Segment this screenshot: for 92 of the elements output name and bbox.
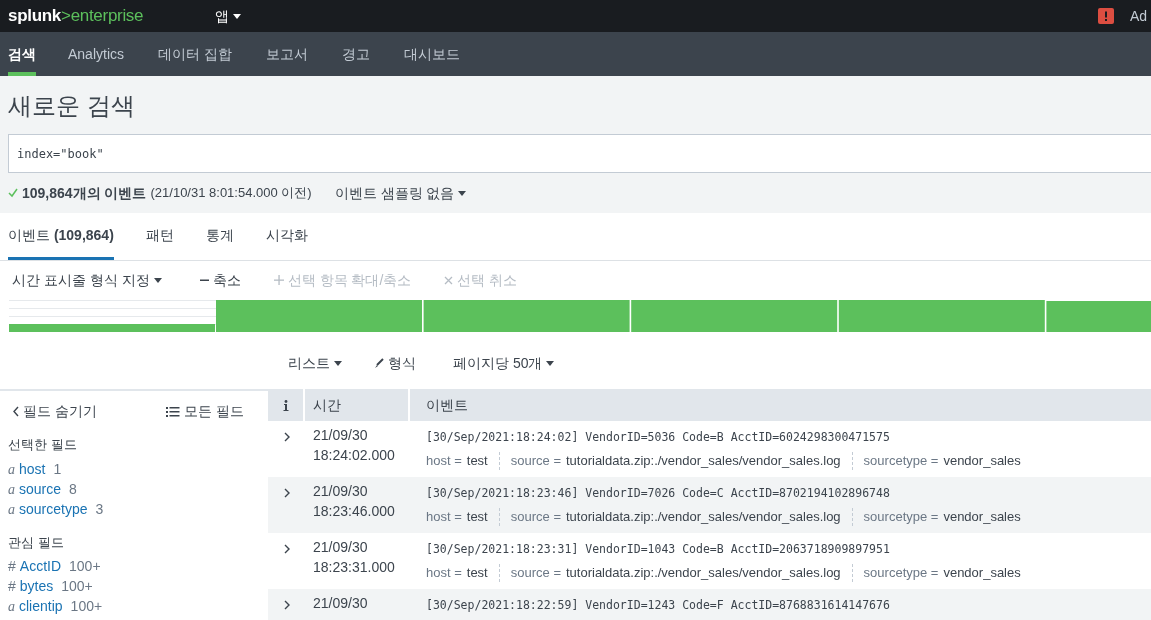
field-key: source = — [510, 451, 561, 471]
field-value[interactable]: vendor_sales — [943, 451, 1021, 471]
field-value[interactable]: tutorialdata.zip:./vendor_sales/vendor_sales.log — [566, 451, 841, 471]
hide-fields-button[interactable]: 필드 숨기기 — [12, 400, 97, 422]
field-link[interactable]: bytes — [19, 576, 54, 597]
field-count: 1 — [53, 459, 62, 479]
view-control[interactable]: 리스트 — [288, 352, 342, 374]
event-time: 18:23:46.000 — [313, 502, 396, 521]
page-title: 새로운 검색 — [8, 94, 136, 118]
event-date: 21/09/30 — [313, 594, 369, 613]
expand-icon[interactable] — [283, 544, 290, 554]
column-header: 이벤트 — [425, 395, 469, 415]
field-type: a — [8, 598, 15, 616]
field-count: 100+ — [69, 557, 101, 576]
field-link[interactable]: host — [19, 458, 46, 480]
field-count: 3 — [95, 499, 104, 519]
alert-icon — [1098, 8, 1114, 24]
view-control[interactable]: 형식 — [374, 352, 416, 374]
field-count: 100+ — [70, 597, 103, 616]
field-value[interactable]: test — [466, 451, 488, 471]
event-time: 18:23:31.000 — [313, 558, 396, 577]
list-icon — [166, 405, 181, 417]
field-type: a — [8, 460, 15, 479]
expand-icon[interactable] — [283, 488, 290, 498]
field-value[interactable]: vendor_sales — [943, 507, 1021, 527]
app-menu[interactable]: 앱 — [215, 5, 242, 27]
field-key: sourcetype = — [863, 507, 939, 527]
search-field[interactable]: index="book" — [8, 134, 1151, 173]
caret-icon — [546, 360, 555, 366]
all-fields-button[interactable]: 모든 필드 — [166, 400, 244, 422]
time-range: (21/10/31 8:01:54.000 이전) — [150, 184, 312, 203]
result-tab[interactable]: 시각화 — [265, 218, 308, 260]
nav-tab[interactable]: Analytics — [68, 32, 125, 76]
section-title: 선택한 필드 — [8, 436, 78, 454]
field-key: sourcetype = — [863, 563, 939, 583]
raw-event: [30/Sep/2021:18:22:59] VendorID=1243 Code=F AcctID=8768831614147676 — [426, 597, 891, 613]
event-date: 21/09/30 — [313, 482, 369, 501]
raw-event: [30/Sep/2021:18:24:02] VendorID=5036 Code=B AcctID=6024298300471575 — [426, 429, 891, 445]
field-type: # — [8, 577, 16, 596]
caret-icon — [153, 277, 162, 283]
nav-tab[interactable]: 데이터 집합 — [158, 32, 232, 76]
field-count: 100+ — [61, 577, 93, 596]
result-tab[interactable]: 통계 — [205, 218, 234, 260]
caret-icon — [233, 13, 242, 19]
nav-tab[interactable]: 보고서 — [265, 32, 308, 76]
brush-icon — [374, 358, 384, 368]
event-count: 109,864개의 이벤트 — [22, 183, 147, 203]
info-icon — [282, 399, 289, 411]
result-tab[interactable]: 이벤트 (109,864) — [8, 218, 114, 260]
close-icon — [444, 275, 454, 285]
field-value[interactable]: test — [466, 563, 488, 583]
chevron-left-icon — [12, 405, 19, 417]
caret-icon — [458, 190, 467, 196]
event-date: 21/09/30 — [313, 538, 369, 557]
field-key: host = — [426, 563, 462, 583]
check-icon — [8, 188, 18, 198]
event-time: 18:24:02.000 — [313, 446, 396, 465]
field-link[interactable]: sourcetype — [19, 498, 88, 520]
expand-icon[interactable] — [283, 432, 290, 442]
expand-icon[interactable] — [283, 600, 290, 610]
field-type: # — [8, 557, 16, 576]
field-type: a — [8, 500, 15, 519]
field-key: host = — [426, 507, 462, 527]
toolbar-button[interactable]: 시간 표시줄 형식 지정 — [12, 269, 162, 291]
nav-tab[interactable]: 대시보드 — [403, 32, 460, 76]
toolbar-button[interactable]: 축소 — [199, 269, 241, 291]
user-menu[interactable]: Ad — [1130, 5, 1151, 27]
field-value[interactable]: test — [466, 507, 488, 527]
field-key: source = — [510, 563, 561, 583]
raw-event: [30/Sep/2021:18:23:31] VendorID=1043 Code=B AcctID=2063718909897951 — [426, 541, 891, 557]
event-date: 21/09/30 — [313, 426, 369, 445]
column-header: 시간 — [305, 389, 410, 421]
raw-event: [30/Sep/2021:18:23:46] VendorID=7026 Code=C AcctID=8702194102896748 — [426, 485, 891, 501]
field-count: 8 — [69, 479, 77, 499]
field-value[interactable]: vendor_sales — [943, 563, 1021, 583]
field-value[interactable]: tutorialdata.zip:./vendor_sales/vendor_sales.log — [566, 563, 841, 583]
field-key: sourcetype = — [863, 451, 939, 471]
nav-tab[interactable]: 경고 — [341, 32, 370, 76]
field-link[interactable]: source — [19, 478, 62, 500]
result-tab[interactable]: 패턴 — [145, 218, 174, 260]
section-title: 관심 필드 — [8, 533, 65, 552]
plus-icon — [273, 275, 284, 285]
field-type: a — [8, 480, 15, 499]
field-link[interactable]: clientip — [19, 596, 63, 617]
sampling-dropdown[interactable]: 이벤트 샘플링 없음 — [334, 182, 467, 204]
logo: splunk>enterprise — [8, 5, 144, 28]
caret-icon — [334, 360, 342, 366]
field-key: source = — [510, 507, 561, 527]
field-link[interactable]: AcctID — [19, 556, 62, 577]
field-key: host = — [426, 451, 462, 471]
field-value[interactable]: tutorialdata.zip:./vendor_sales/vendor_sales.log — [566, 507, 841, 527]
view-control[interactable]: 페이지당 50개 — [453, 352, 555, 374]
